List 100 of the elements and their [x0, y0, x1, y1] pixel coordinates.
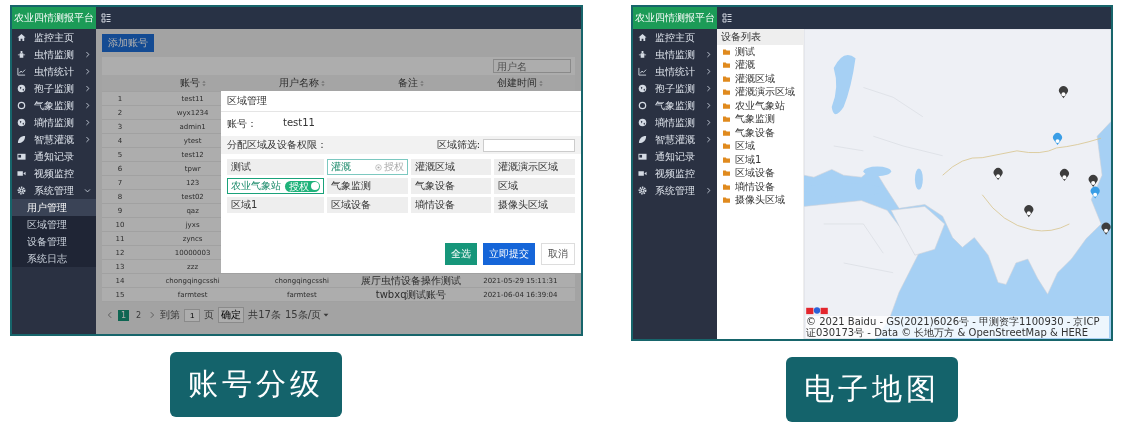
column-header[interactable]: 创建时间: [465, 76, 575, 90]
dialog-button[interactable]: 全选: [445, 243, 477, 265]
region-option[interactable]: 灌溉 授权: [326, 159, 408, 175]
globe-icon: [638, 84, 647, 93]
region-option[interactable]: 墒情设备: [410, 197, 492, 213]
map-attribution: © 2021 Baidu - GS(2021)6026号 - 甲测资字1100930 - 京ICP证030173号 - Data © 长地万方 & OpenStreetMap & HERE: [806, 316, 1109, 338]
sort-icon[interactable]: [420, 79, 425, 87]
leaf-icon: [638, 135, 647, 144]
dialog-title: 区域管理: [221, 91, 581, 112]
map-pin-icon[interactable]: [1060, 169, 1069, 182]
previous-page-icon[interactable]: [106, 311, 114, 319]
brand-title: 农业四情测报平台: [12, 7, 96, 29]
leaf-icon: [17, 135, 26, 144]
confirm-button[interactable]: 确定: [218, 307, 245, 323]
device-group-item[interactable]: 灌溉区域: [735, 71, 775, 86]
column-header[interactable]: 用户名称: [247, 76, 357, 90]
sort-icon[interactable]: [320, 79, 325, 87]
sidebar-item[interactable]: 通知记录: [12, 148, 96, 165]
dialog-button[interactable]: 取消: [541, 243, 575, 265]
map-pin-icon[interactable]: [1088, 174, 1098, 187]
menu-icon[interactable]: [101, 13, 111, 23]
next-page-icon[interactable]: [148, 311, 157, 319]
settings-icon: [638, 186, 647, 195]
sidebar-item[interactable]: 视频监控: [633, 165, 717, 182]
device-group-item[interactable]: 气象设备: [735, 125, 775, 140]
device-group-item[interactable]: 区域1: [735, 152, 762, 167]
device-group-item[interactable]: 农业气象站: [735, 98, 785, 113]
sort-icon[interactable]: [539, 79, 544, 87]
page-number-field[interactable]: 1: [184, 308, 201, 322]
sidebar-item[interactable]: 系统管理: [12, 182, 96, 199]
column-header[interactable]: 账号: [138, 76, 248, 90]
globe-icon: [17, 84, 26, 93]
video-camera-icon: [17, 169, 26, 178]
device-group-item[interactable]: 测试: [735, 44, 755, 59]
bug-icon: [17, 50, 26, 59]
sidebar-item[interactable]: 墒情监测: [12, 114, 96, 131]
device-group-item[interactable]: 灌溉: [735, 58, 755, 73]
table-cell: 展厅虫情设备操作测试: [361, 274, 462, 288]
device-group-item[interactable]: 区域设备: [735, 166, 775, 181]
sidebar-item[interactable]: 虫情监测: [633, 46, 717, 63]
sidebar-item[interactable]: 气象监测: [633, 97, 717, 114]
region-option[interactable]: 灌溉演示区域: [494, 159, 575, 175]
sidebar-item[interactable]: 虫情统计: [633, 63, 717, 80]
sort-icon[interactable]: [201, 79, 206, 87]
device-group-item[interactable]: 灌溉演示区域: [735, 85, 795, 100]
sidebar-item[interactable]: 孢子监测: [633, 80, 717, 97]
sidebar-item[interactable]: 视频监控: [12, 165, 96, 182]
map-pin-icon[interactable]: [1024, 205, 1034, 218]
submenu-item[interactable]: 设备管理: [12, 233, 96, 250]
filter-field[interactable]: [483, 138, 575, 152]
region-option[interactable]: 测试: [227, 159, 324, 175]
page-label: 页: [204, 308, 215, 322]
sidebar-item[interactable]: 智慧灌溉: [633, 131, 717, 148]
sidebar-item[interactable]: 虫情统计: [12, 63, 96, 80]
region-option[interactable]: 区域1: [227, 197, 324, 213]
caret-icon: [323, 312, 329, 318]
device-group-item[interactable]: 区域: [735, 139, 755, 154]
account-value: test11: [283, 117, 315, 130]
device-group-item[interactable]: 气象监测: [735, 112, 775, 127]
home-icon: [17, 33, 26, 42]
search-field[interactable]: 用户名: [493, 59, 571, 73]
map-pin-icon[interactable]: [1101, 222, 1111, 235]
map-logo-icon: [806, 306, 828, 315]
region-option[interactable]: 农业气象站 授权: [227, 178, 324, 194]
region-option[interactable]: 区域: [494, 178, 575, 194]
region-option[interactable]: 气象设备: [410, 178, 492, 194]
sidebar-item[interactable]: 监控主页: [633, 29, 717, 46]
sidebar-item[interactable]: 墒情监测: [633, 114, 717, 131]
globe-icon: [638, 118, 647, 127]
sidebar-item[interactable]: 智慧灌溉: [12, 131, 96, 148]
submenu-item[interactable]: 系统日志: [12, 250, 96, 267]
menu-icon[interactable]: [722, 13, 732, 23]
device-group-item[interactable]: 摄像头区域: [735, 193, 785, 208]
page-button[interactable]: 2: [133, 309, 145, 321]
video-camera-icon: [638, 169, 647, 178]
region-option[interactable]: 灌溉区域: [410, 159, 492, 175]
submenu-item[interactable]: 用户管理: [12, 199, 96, 216]
region-option[interactable]: 区域设备: [326, 197, 408, 213]
map-pin-icon[interactable]: [993, 168, 1003, 181]
goto-label: 到第: [160, 308, 181, 322]
region-option[interactable]: 气象监测: [326, 178, 408, 194]
sidebar-item[interactable]: 气象监测: [12, 97, 96, 114]
sidebar-item[interactable]: 孢子监测: [12, 80, 96, 97]
sidebar-item[interactable]: 通知记录: [633, 148, 717, 165]
device-list-title: 设备列表: [717, 29, 803, 45]
device-group-item[interactable]: 墒情设备: [735, 179, 775, 194]
globe-icon: [17, 118, 26, 127]
sidebar-item[interactable]: 监控主页: [12, 29, 96, 46]
page-size-select[interactable]: 15条/页: [284, 308, 329, 322]
radio-icon: [374, 163, 382, 171]
sidebar-item[interactable]: 系统管理: [633, 182, 717, 199]
sidebar-item[interactable]: 虫情监测: [12, 46, 96, 63]
column-header[interactable]: 备注: [356, 76, 466, 90]
line-chart-icon: [638, 67, 647, 76]
add-account-button[interactable]: 添加账号: [102, 34, 154, 52]
submenu-item[interactable]: 区域管理: [12, 216, 96, 233]
map-pin-icon[interactable]: [1059, 86, 1068, 99]
dialog-button[interactable]: 立即提交: [483, 243, 535, 265]
region-option[interactable]: 摄像头区域: [494, 197, 575, 213]
caption-label: 账号分级: [170, 352, 342, 417]
